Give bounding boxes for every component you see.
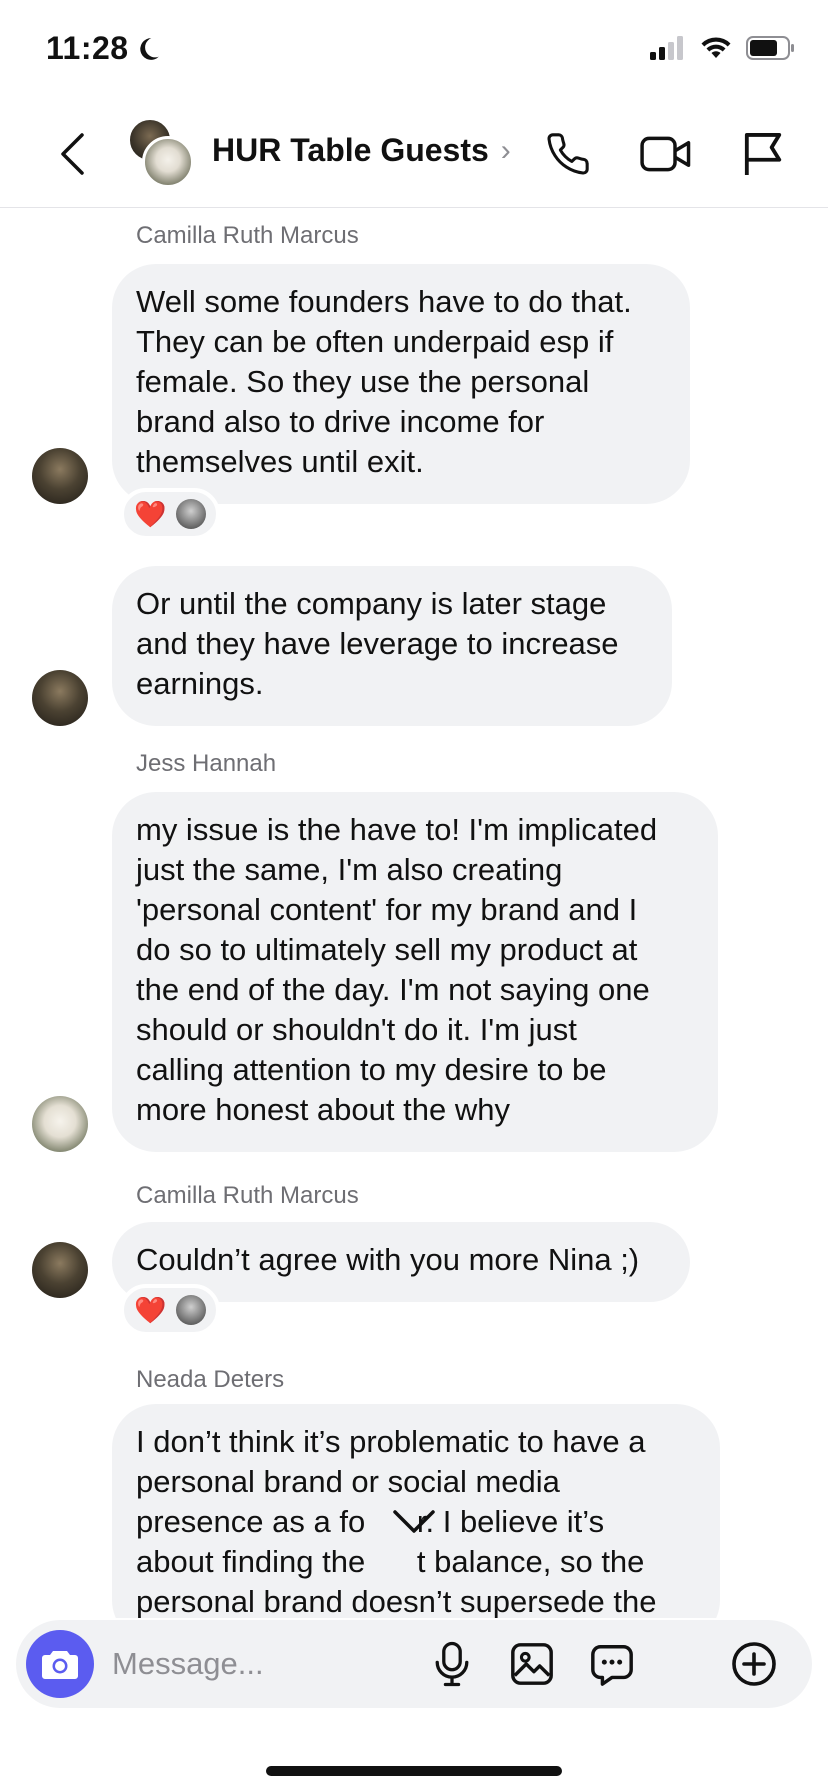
message-line: Well some founders have to do that. bbox=[136, 284, 632, 319]
flag-icon bbox=[744, 133, 782, 175]
back-button[interactable] bbox=[52, 128, 92, 180]
heart-reaction-icon: ❤️ bbox=[134, 1295, 167, 1325]
more-options-button[interactable] bbox=[728, 1638, 780, 1690]
message-line: do so to ultimately sell my product at bbox=[136, 932, 638, 967]
message-line: personal brand or social media bbox=[136, 1464, 560, 1499]
chevron-right-icon: › bbox=[500, 133, 511, 167]
message-line: themselves until exit. bbox=[136, 444, 424, 479]
reaction-pill[interactable]: ❤️ bbox=[120, 488, 221, 540]
message-input[interactable] bbox=[112, 1640, 472, 1688]
sender-avatar[interactable] bbox=[32, 1096, 88, 1152]
message-line: brand also to drive income for bbox=[136, 404, 545, 439]
message-line: should or shouldn't do it. I'm just bbox=[136, 1012, 577, 1047]
battery-icon bbox=[746, 36, 794, 60]
status-time: 11:28 bbox=[46, 30, 161, 67]
message-line: They can be often underpaid esp if bbox=[136, 324, 614, 359]
moon-icon bbox=[139, 37, 159, 60]
status-indicators bbox=[650, 36, 796, 60]
sender-name: Jess Hannah bbox=[136, 750, 277, 777]
message-line: calling attention to my desire to be bbox=[136, 1052, 607, 1087]
group-title: HUR Table Guests bbox=[212, 132, 489, 168]
voice-message-button[interactable] bbox=[426, 1638, 478, 1690]
message-bubble[interactable]: Well some founders have to do that. They… bbox=[112, 264, 690, 504]
message-bubble[interactable]: Or until the company is later stage and … bbox=[112, 566, 672, 726]
group-avatar[interactable] bbox=[128, 118, 194, 188]
message-line: about finding the t balance, so the bbox=[136, 1544, 645, 1579]
report-button[interactable] bbox=[736, 126, 792, 182]
member-avatar bbox=[142, 136, 194, 188]
message-list[interactable]: Camilla Ruth Marcus Well some founders h… bbox=[0, 208, 828, 1618]
reaction-pill[interactable]: ❤️ bbox=[120, 1284, 221, 1336]
sender-name: Camilla Ruth Marcus bbox=[136, 1182, 359, 1209]
sender-avatar[interactable] bbox=[32, 448, 88, 504]
home-indicator bbox=[266, 1766, 562, 1776]
sender-avatar[interactable] bbox=[32, 1242, 88, 1298]
sender-name: Neada Deters bbox=[136, 1366, 285, 1393]
cellular-signal-icon bbox=[650, 36, 683, 60]
message-line: just the same, I'm also creating bbox=[136, 852, 563, 887]
camera-icon bbox=[42, 1651, 78, 1679]
wifi-icon bbox=[701, 37, 731, 58]
video-call-button[interactable] bbox=[638, 126, 694, 182]
microphone-icon bbox=[435, 1641, 469, 1687]
gallery-button[interactable] bbox=[506, 1638, 558, 1690]
message-line: more honest about the why bbox=[136, 1092, 510, 1127]
chat-header: HUR Table Guests › bbox=[0, 100, 828, 208]
camera-button[interactable] bbox=[26, 1630, 94, 1698]
message-line: Or until the company is later stage bbox=[136, 586, 607, 621]
status-bar: 11:28 bbox=[0, 0, 828, 100]
chevron-down-icon bbox=[393, 1510, 435, 1533]
sender-avatar[interactable] bbox=[32, 670, 88, 726]
image-icon bbox=[511, 1643, 553, 1685]
message-line: female. So they use the personal bbox=[136, 364, 590, 399]
reactor-avatar bbox=[176, 499, 207, 529]
message-line: Couldn’t agree with you more Nina ;) bbox=[136, 1242, 640, 1277]
message-line: personal brand doesn’t supersede the bbox=[136, 1584, 657, 1618]
heart-reaction-icon: ❤️ bbox=[134, 499, 167, 529]
message-bubble[interactable]: my issue is the have to! I'm implicated … bbox=[112, 792, 718, 1152]
sticker-button[interactable] bbox=[586, 1638, 638, 1690]
phone-icon bbox=[547, 133, 589, 175]
reactor-avatar bbox=[176, 1295, 207, 1325]
message-line: earnings. bbox=[136, 666, 264, 701]
video-camera-icon bbox=[640, 136, 691, 172]
message-line: the end of the day. I'm not saying one bbox=[136, 972, 650, 1007]
chevron-left-icon bbox=[61, 133, 84, 175]
clock-text: 11:28 bbox=[46, 30, 129, 66]
message-line: my issue is the have to! I'm implicated bbox=[136, 812, 658, 847]
message-line: 'personal content' for my brand and I bbox=[136, 892, 638, 927]
message-bubble-icon bbox=[591, 1645, 633, 1686]
message-line: I don’t think it’s problematic to have a bbox=[136, 1424, 646, 1459]
message-composer bbox=[16, 1620, 812, 1708]
voice-call-button[interactable] bbox=[540, 126, 596, 182]
sender-name: Camilla Ruth Marcus bbox=[136, 222, 359, 249]
plus-circle-icon bbox=[732, 1642, 776, 1686]
group-title-button[interactable]: HUR Table Guests › bbox=[212, 132, 511, 169]
scroll-to-bottom-button[interactable] bbox=[384, 1500, 444, 1544]
message-line: and they have leverage to increase bbox=[136, 626, 619, 661]
